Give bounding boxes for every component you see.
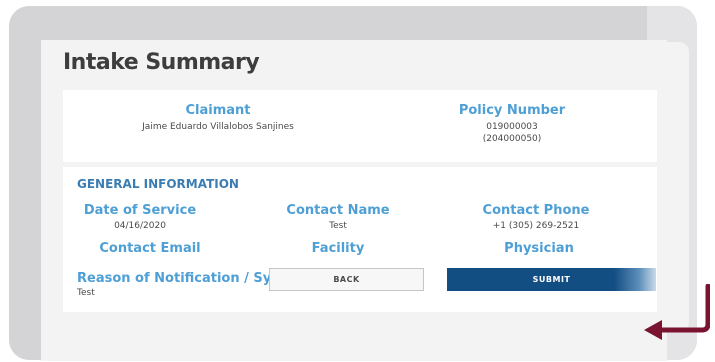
contact-email-label: Contact Email: [99, 241, 201, 256]
contact-phone-label: Contact Phone: [482, 203, 590, 218]
physician-label: Physician: [504, 241, 574, 256]
date-of-service-label: Date of Service: [83, 203, 197, 218]
policy-number-value: 019000003: [486, 122, 538, 132]
contact-name-value: Test: [329, 221, 347, 231]
claimant-card: Claimant Jaime Eduardo Villalobos Sanjin…: [63, 90, 657, 162]
facility-label: Facility: [311, 241, 365, 256]
intake-summary-panel: Intake Summary Claimant Jaime Eduardo Vi…: [41, 40, 667, 361]
contact-name-label: Contact Name: [286, 203, 390, 218]
policy-number-label: Policy Number: [458, 103, 566, 118]
policy-number-secondary: (204000050): [482, 134, 542, 144]
back-button[interactable]: BACK: [269, 268, 424, 291]
claimant-label: Claimant: [185, 103, 251, 118]
submit-button[interactable]: SUBMIT: [447, 268, 656, 291]
contact-phone-value: +1 (305) 269-2521: [492, 221, 580, 231]
date-of-service-value: 04/16/2020: [114, 221, 166, 231]
arrow-pointer-icon: [644, 284, 710, 340]
window-frame: Intake Summary Claimant Jaime Eduardo Vi…: [9, 6, 697, 361]
page-title: Intake Summary: [63, 50, 260, 75]
general-information-heading: GENERAL INFORMATION: [77, 177, 239, 191]
claimant-value: Jaime Eduardo Villalobos Sanjines: [142, 122, 294, 132]
reason-value: Test: [77, 288, 95, 298]
